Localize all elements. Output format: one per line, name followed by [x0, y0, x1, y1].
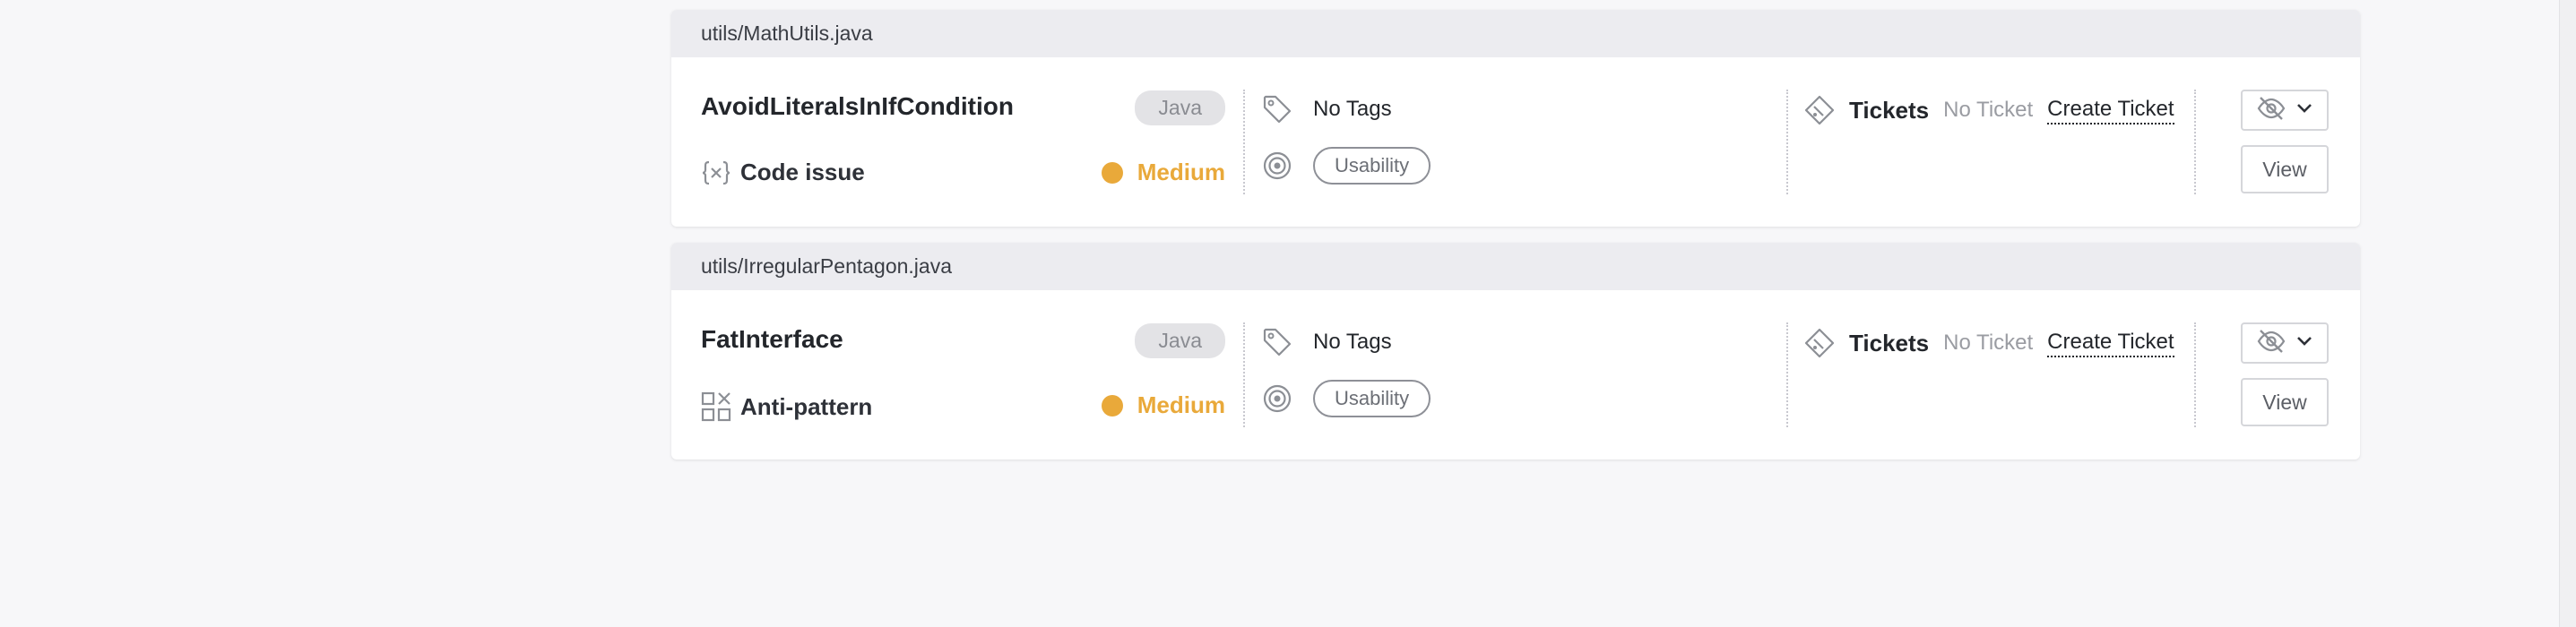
eye-off-icon — [2257, 329, 2286, 358]
category-tag-pill[interactable]: Usability — [1313, 380, 1431, 417]
category-tag-row: Usability — [1259, 380, 1431, 417]
category-label: Code issue — [740, 159, 865, 185]
ticket-icon — [1804, 328, 1835, 358]
severity: Medium — [1101, 391, 1225, 419]
issue-summary: FatInterface Java Anti-pattern Medium — [671, 290, 1243, 460]
create-ticket-link[interactable]: Create Ticket — [2047, 330, 2174, 357]
scrollbar[interactable] — [2559, 0, 2576, 627]
tickets-column: Tickets No Ticket Create Ticket — [1786, 290, 2194, 460]
code-braces-x-icon — [701, 159, 731, 186]
rule-name[interactable]: FatInterface — [701, 325, 843, 354]
issue-summary: AvoidLiteralsInIfCondition Java Code iss… — [671, 57, 1243, 227]
file-group: utils/IrregularPentagon.java FatInterfac… — [671, 243, 2360, 460]
issue-card: FatInterface Java Anti-pattern Medium No… — [671, 290, 2360, 460]
chevron-down-icon — [2296, 102, 2312, 118]
chevron-down-icon — [2296, 335, 2312, 351]
severity-dot — [1101, 394, 1123, 417]
view-button[interactable]: View — [2241, 145, 2329, 193]
no-ticket-text: No Ticket — [1943, 98, 2034, 122]
view-button[interactable]: View — [2241, 378, 2329, 426]
issue-category: Anti-pattern — [701, 391, 872, 422]
grid-x-icon — [701, 391, 731, 422]
tag-icon — [1259, 94, 1295, 125]
tags-column: No Tags Usability — [1243, 57, 1786, 227]
category-tag-pill[interactable]: Usability — [1313, 147, 1431, 185]
category-label: Anti-pattern — [740, 392, 873, 420]
target-icon — [1259, 383, 1295, 414]
file-group: utils/MathUtils.java AvoidLiteralsInIfCo… — [671, 10, 2360, 227]
language-badge: Java — [1135, 323, 1225, 358]
tickets-row: Tickets No Ticket Create Ticket — [1804, 95, 2174, 125]
severity-label: Medium — [1137, 159, 1225, 185]
create-ticket-link[interactable]: Create Ticket — [2047, 97, 2174, 125]
file-path: utils/IrregularPentagon.java — [701, 254, 952, 278]
tags-column: No Tags Usability — [1243, 290, 1786, 460]
ignore-dropdown-button[interactable] — [2241, 322, 2329, 364]
file-path: utils/MathUtils.java — [701, 21, 873, 45]
tags-text: No Tags — [1313, 330, 1392, 354]
tags-text: No Tags — [1313, 97, 1392, 121]
no-ticket-text: No Ticket — [1943, 331, 2034, 355]
actions-column: View — [2194, 57, 2360, 227]
severity-dot — [1101, 161, 1123, 184]
ignore-dropdown-button[interactable] — [2241, 90, 2329, 131]
ticket-icon — [1804, 95, 1835, 125]
tickets-label: Tickets — [1849, 96, 1930, 124]
issues-list: utils/MathUtils.java AvoidLiteralsInIfCo… — [671, 10, 2360, 476]
eye-off-icon — [2257, 96, 2286, 125]
tickets-label: Tickets — [1849, 329, 1930, 356]
issue-category: Code issue — [701, 159, 865, 186]
rule-name[interactable]: AvoidLiteralsInIfCondition — [701, 92, 1014, 121]
tags-row: No Tags — [1259, 94, 1392, 125]
tickets-row: Tickets No Ticket Create Ticket — [1804, 328, 2174, 358]
actions-column: View — [2194, 290, 2360, 460]
tickets-column: Tickets No Ticket Create Ticket — [1786, 57, 2194, 227]
file-path-header[interactable]: utils/IrregularPentagon.java — [671, 243, 2360, 290]
file-path-header[interactable]: utils/MathUtils.java — [671, 10, 2360, 57]
severity: Medium — [1101, 159, 1225, 186]
tags-row: No Tags — [1259, 327, 1392, 357]
target-icon — [1259, 150, 1295, 181]
category-tag-row: Usability — [1259, 147, 1431, 185]
tag-icon — [1259, 327, 1295, 357]
issue-card: AvoidLiteralsInIfCondition Java Code iss… — [671, 57, 2360, 227]
severity-label: Medium — [1137, 391, 1225, 418]
language-badge: Java — [1135, 90, 1225, 125]
